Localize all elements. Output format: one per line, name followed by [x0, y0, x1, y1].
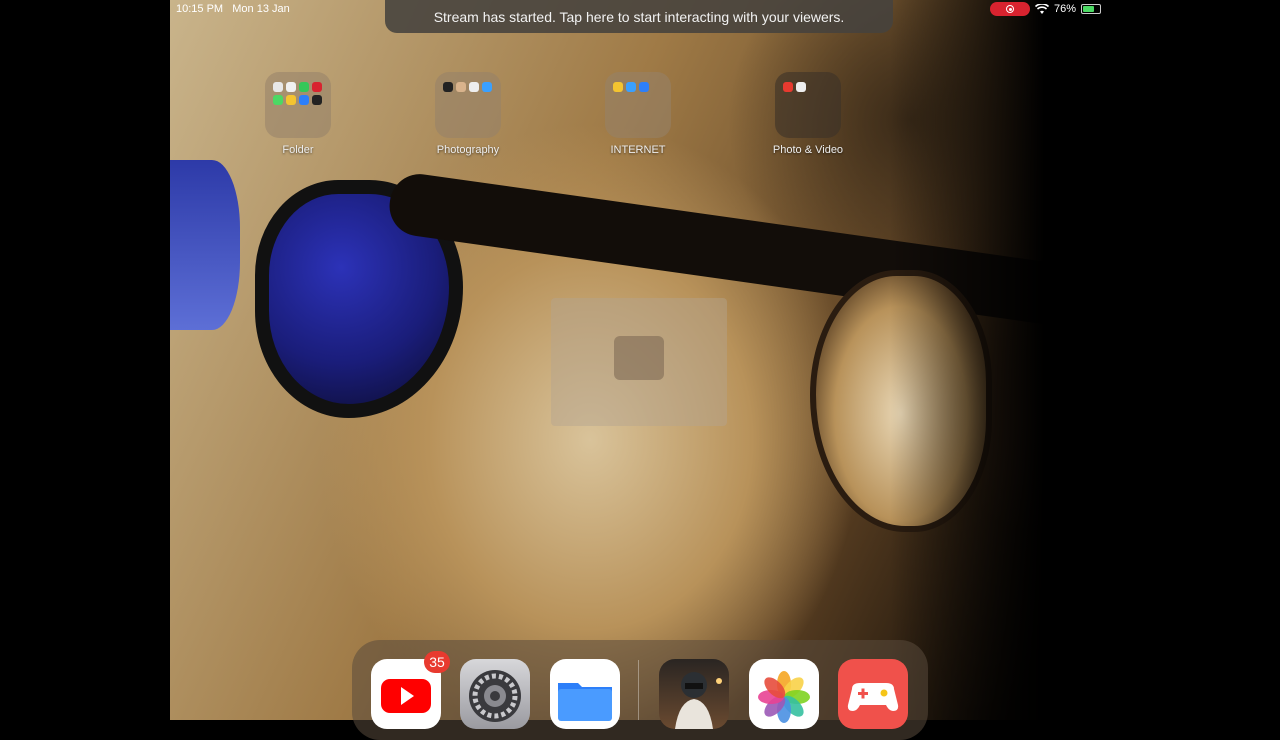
folder-mini-app-icon: [299, 82, 309, 92]
folder-icon: [435, 72, 501, 138]
status-time: 10:15 PM: [176, 3, 224, 15]
folder-mini-app-icon: [783, 82, 793, 92]
status-clock: 10:15 PM Mon 13 Jan: [176, 3, 290, 15]
dock-divider: [638, 660, 639, 720]
folder-mini-app-icon: [613, 82, 623, 92]
folder-mini-app-icon: [273, 82, 283, 92]
app-switcher-card: [614, 336, 664, 380]
folder-icon: [775, 72, 841, 138]
settings-app[interactable]: [460, 659, 530, 729]
photos-app[interactable]: [749, 659, 819, 729]
battery-fill: [1083, 6, 1094, 12]
folder-photography[interactable]: Photography: [423, 72, 513, 156]
folder-icon: [605, 72, 671, 138]
status-indicators: 76%: [990, 2, 1102, 16]
settings-gear-icon: [469, 670, 521, 722]
pubg-icon: [675, 672, 722, 729]
folder-mini-app-icon: [469, 82, 479, 92]
pubg-app[interactable]: [659, 659, 729, 729]
folder-label: INTERNET: [610, 144, 666, 156]
wifi-icon: [1035, 3, 1049, 14]
game-app[interactable]: [838, 659, 908, 729]
folder-mini-app-icon: [796, 82, 806, 92]
battery-percent: 76%: [1054, 3, 1077, 15]
files-app[interactable]: [550, 659, 620, 729]
folder-mini-app-icon: [286, 82, 296, 92]
folder-mini-app-icon: [312, 95, 322, 105]
wallpaper-hair: [890, 0, 1110, 720]
folder-mini-app-icon: [299, 95, 309, 105]
folder-mini-app-icon: [456, 82, 466, 92]
folder-icon: [265, 72, 331, 138]
folder-label: Folder: [282, 144, 314, 156]
screen-record-icon[interactable]: [990, 2, 1030, 16]
folder-mini-app-icon: [639, 82, 649, 92]
app-switcher-ghost: [551, 298, 727, 426]
photos-icon: [758, 671, 810, 723]
status-date: Mon 13 Jan: [232, 3, 290, 15]
folder-mini-app-icon: [273, 95, 283, 105]
folder-folder[interactable]: Folder: [253, 72, 343, 156]
stream-banner[interactable]: Stream has started. Tap here to start in…: [385, 0, 893, 33]
battery-icon: [1081, 4, 1102, 14]
folder-mini-app-icon: [626, 82, 636, 92]
folder-mini-app-icon: [443, 82, 453, 92]
folder-label: Photography: [436, 144, 500, 156]
folder-mini-app-icon: [286, 95, 296, 105]
folder-mini-app-icon: [482, 82, 492, 92]
files-folder-icon: [558, 683, 612, 721]
folder-label: Photo & Video: [772, 144, 844, 156]
wallpaper-lens-left: [170, 160, 240, 330]
folder-internet[interactable]: INTERNET: [593, 72, 683, 156]
stream-banner-text: Stream has started. Tap here to start in…: [433, 8, 845, 25]
folder-mini-app-icon: [312, 82, 322, 92]
notification-badge: 35: [424, 651, 450, 673]
gamepad-icon: [847, 683, 899, 711]
folder-photo-video[interactable]: Photo & Video: [763, 72, 853, 156]
